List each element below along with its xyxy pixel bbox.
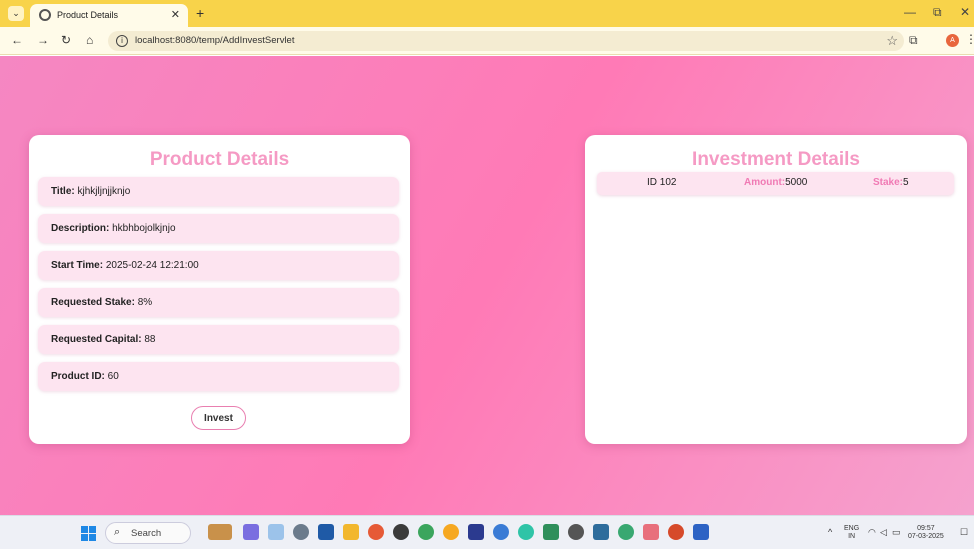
detail-row-description: Description: hkbhbojolkjnjo [38, 214, 399, 243]
sheets-icon[interactable] [543, 524, 559, 540]
detail-row-start-time: Start Time: 2025-02-24 12:21:00 [38, 251, 399, 280]
product-details-card: Product Details Title: kjhkjljnjjknjo De… [29, 135, 410, 444]
obs-icon[interactable] [393, 524, 409, 540]
amount-label: Amount: [744, 177, 786, 188]
photos-app-icon[interactable] [268, 524, 284, 540]
powerpoint-icon[interactable] [668, 524, 684, 540]
tab-title: Product Details [57, 10, 119, 20]
detail-row-product-id: Product ID: 60 [38, 362, 399, 391]
taskbar: ⌕ Search ^ ENG IN ◠ ◁ ▭ 09:57 07-03-2025… [0, 515, 974, 549]
chrome-icon[interactable] [418, 524, 434, 540]
detail-label: Requested Stake: [51, 297, 135, 308]
browser-tab[interactable]: Product Details ✕ [30, 4, 188, 27]
minimize-icon[interactable]: — [904, 5, 916, 19]
word-icon[interactable] [693, 524, 709, 540]
windows-start-icon[interactable] [81, 526, 96, 541]
close-tab-icon[interactable]: ✕ [171, 8, 180, 21]
detail-row-title: Title: kjhkjljnjjknjo [38, 177, 399, 206]
language-code: ENG [844, 525, 860, 532]
clock-date: 07-03-2025 [908, 533, 944, 540]
battery-icon[interactable]: ▭ [892, 527, 901, 538]
invest-button[interactable]: Invest [191, 406, 246, 430]
terminal-icon[interactable] [593, 524, 609, 540]
bookmark-star-icon[interactable]: ☆ [886, 33, 898, 49]
teams-icon[interactable] [468, 524, 484, 540]
url-text[interactable]: localhost:8080/temp/AddInvestServlet [135, 35, 294, 46]
file-explorer-icon[interactable] [343, 524, 359, 540]
detail-row-requested-stake: Requested Stake: 8% [38, 288, 399, 317]
product-details-heading: Product Details [149, 149, 290, 170]
store-icon[interactable] [318, 524, 334, 540]
chrome-alt-icon[interactable] [493, 524, 509, 540]
detail-label: Requested Capital: [51, 334, 142, 345]
address-bar[interactable]: i localhost:8080/temp/AddInvestServlet ☆ [108, 31, 904, 51]
detail-label: Description: [51, 223, 110, 234]
detail-value: kjhkjljnjjknjo [74, 186, 131, 197]
new-tab-button[interactable]: + [196, 5, 204, 21]
language-indicator[interactable]: ENG IN [844, 525, 859, 541]
back-arrow-icon[interactable]: ← [11, 33, 23, 47]
wifi-icon[interactable]: ◠ [868, 527, 876, 538]
restore-icon[interactable]: ⧉ [933, 5, 942, 20]
camera-icon[interactable] [568, 524, 584, 540]
detail-value: 60 [104, 371, 119, 382]
tab-search-button[interactable]: ⌄ [8, 6, 24, 21]
detail-label: Start Time: [51, 260, 104, 271]
clock-time: 09:57 [917, 525, 935, 532]
volume-icon[interactable]: ◁ [880, 527, 887, 538]
investment-row: ID 102 Amount:5000 Stake:5 [597, 172, 954, 195]
copilot-icon[interactable] [243, 524, 259, 540]
investment-details-heading: Investment Details [692, 149, 860, 170]
close-window-icon[interactable]: ✕ [960, 5, 970, 19]
edge-icon[interactable] [518, 524, 534, 540]
detail-value: hkbhbojolkjnjo [109, 223, 176, 234]
search-icon: ⌕ [114, 526, 121, 538]
profile-avatar[interactable]: A [946, 34, 959, 47]
investment-id: ID 102 [647, 177, 677, 188]
detail-value: 2025-02-24 12:21:00 [103, 260, 199, 271]
notification-icon[interactable]: ☐ [960, 527, 968, 538]
clock[interactable]: 09:57 07-03-2025 [908, 525, 944, 541]
vscode-icon[interactable] [643, 524, 659, 540]
reload-icon[interactable]: ↻ [61, 33, 71, 47]
tray-chevron-icon[interactable]: ^ [828, 527, 832, 537]
taskbar-search[interactable]: ⌕ Search [105, 522, 191, 544]
browser-tab-bar: ⌄ Product Details ✕ + — ⧉ ✕ [0, 0, 974, 27]
investment-amount: Amount:5000 [744, 177, 807, 188]
investment-details-card: Investment Details ID 102 Amount:5000 St… [585, 135, 967, 444]
widgets-icon[interactable] [208, 524, 232, 540]
home-icon[interactable]: ⌂ [86, 33, 93, 47]
forward-arrow-icon[interactable]: → [37, 33, 49, 47]
chrome-canary-icon[interactable] [368, 524, 384, 540]
detail-value: 88 [141, 334, 156, 345]
amount-value: 5000 [785, 177, 808, 188]
page-background: Product Details Title: kjhkjljnjjknjo De… [0, 56, 974, 515]
whatsapp-icon[interactable] [618, 524, 634, 540]
investment-stake: Stake:5 [873, 177, 909, 188]
site-info-icon[interactable]: i [116, 35, 128, 47]
detail-label: Product ID: [51, 371, 105, 382]
browser-toolbar: ← → ↻ ⌂ i localhost:8080/temp/AddInvestS… [0, 27, 974, 55]
stake-label: Stake: [873, 177, 904, 188]
detail-value: 8% [134, 297, 153, 308]
globe-icon [39, 9, 51, 21]
more-menu-icon[interactable]: ⋮ [965, 32, 974, 46]
stake-value: 5 [903, 177, 909, 188]
detail-label: Title: [51, 186, 75, 197]
taskbar-search-label: Search [131, 528, 162, 539]
detail-row-requested-capital: Requested Capital: 88 [38, 325, 399, 354]
region-code: IN [848, 533, 856, 540]
chrome-profile-icon[interactable] [443, 524, 459, 540]
settings-icon[interactable] [293, 524, 309, 540]
extensions-icon[interactable]: ⧉ [909, 33, 918, 48]
